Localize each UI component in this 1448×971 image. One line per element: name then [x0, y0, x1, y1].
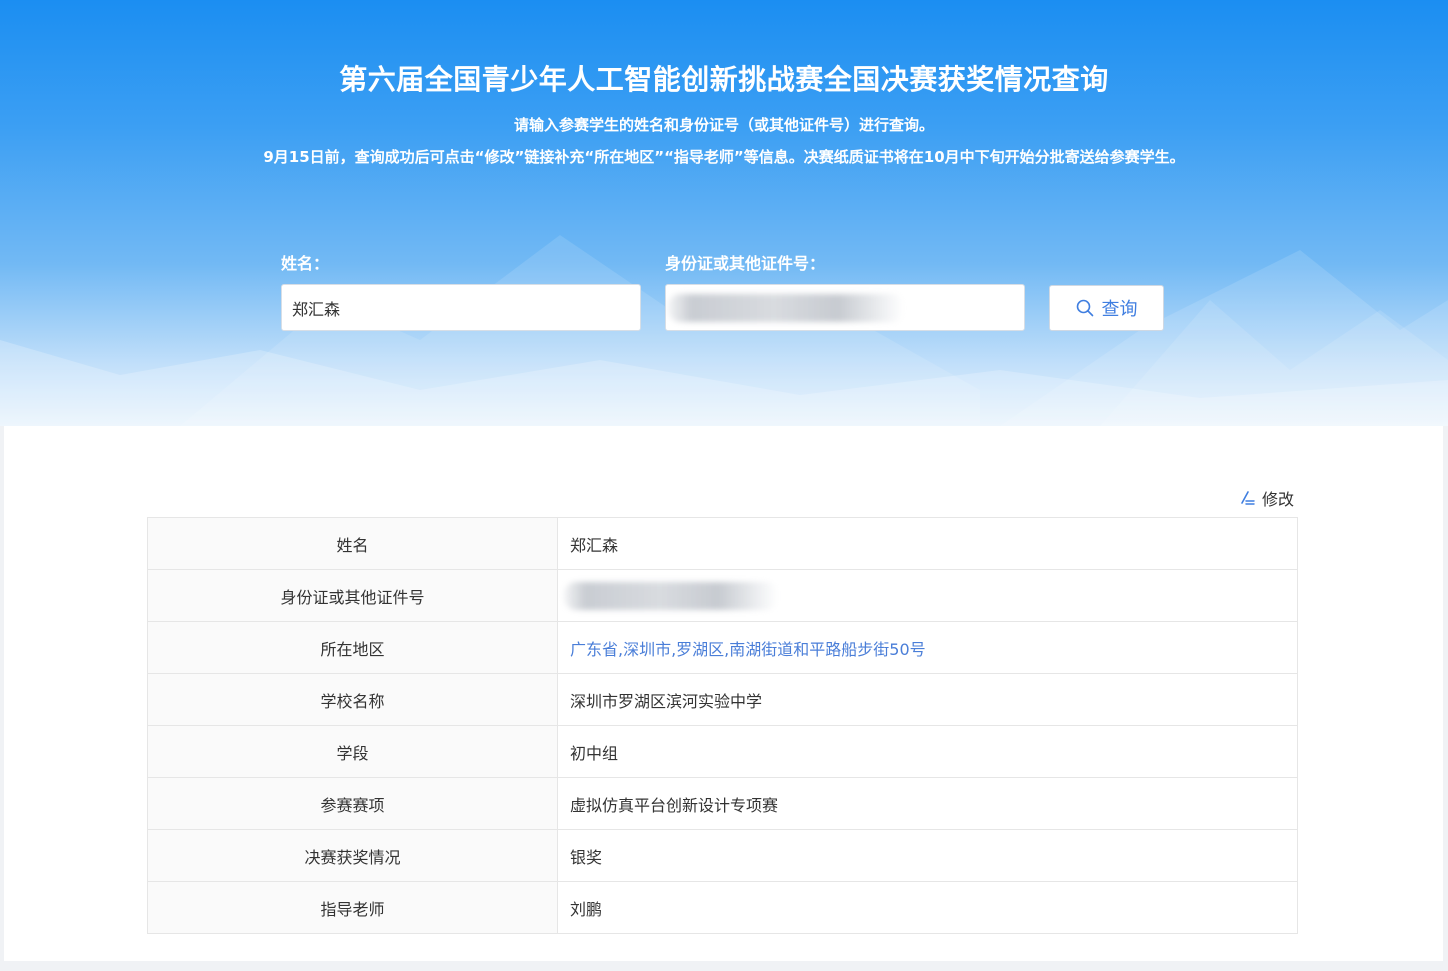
page-notice: 9月15日前，查询成功后可点击“修改”链接补充“所在地区”“指导老师”等信息。决…: [263, 148, 1185, 166]
table-row: 学段 初中组: [147, 725, 1298, 778]
id-value-redaction: [564, 582, 778, 610]
table-row: 身份证或其他证件号: [147, 569, 1298, 622]
table-row: 姓名 郑汇森: [147, 517, 1298, 570]
page-title: 第六届全国青少年人工智能创新挑战赛全国决赛获奖情况查询: [339, 63, 1109, 96]
page-subtitle: 请输入参赛学生的姓名和身份证号（或其他证件号）进行查询。: [513, 116, 934, 134]
table-row: 指导老师 刘鹏: [147, 881, 1298, 934]
id-number-label: 身份证或其他证件号：: [665, 254, 826, 273]
edit-icon: [1241, 491, 1255, 505]
header-banner: 第六届全国青少年人工智能创新挑战赛全国决赛获奖情况查询 请输入参赛学生的姓名和身…: [0, 0, 1448, 426]
id-number-redaction: [668, 294, 904, 322]
name-input[interactable]: [281, 284, 641, 331]
row-label: 参赛赛项: [147, 777, 558, 830]
search-icon: [1076, 299, 1093, 317]
search-button[interactable]: 查询: [1049, 285, 1164, 331]
row-label: 学校名称: [147, 673, 558, 726]
row-label: 身份证或其他证件号: [147, 569, 558, 622]
row-value: 初中组: [557, 725, 1298, 778]
row-value: 银奖: [557, 829, 1298, 882]
row-value: 郑汇森: [557, 517, 1298, 570]
table-row: 所在地区 广东省,深圳市,罗湖区,南湖街道和平路船步街50号: [147, 621, 1298, 674]
row-label: 学段: [147, 725, 558, 778]
row-label: 决赛获奖情况: [147, 829, 558, 882]
table-row: 决赛获奖情况 银奖: [147, 829, 1298, 882]
row-value: 虚拟仿真平台创新设计专项赛: [557, 777, 1298, 830]
result-table: 姓名 郑汇森 身份证或其他证件号 所在地区 广东省,深圳市,罗湖区,南湖街道和平…: [147, 517, 1298, 934]
name-label: 姓名：: [281, 254, 330, 273]
region-value-link[interactable]: 广东省,深圳市,罗湖区,南湖街道和平路船步街50号: [557, 621, 1298, 674]
table-row: 参赛赛项 虚拟仿真平台创新设计专项赛: [147, 777, 1298, 830]
row-value: 深圳市罗湖区滨河实验中学: [557, 673, 1298, 726]
row-label: 姓名: [147, 517, 558, 570]
row-label: 指导老师: [147, 881, 558, 934]
row-value-id: [557, 569, 1298, 622]
row-label: 所在地区: [147, 621, 558, 674]
search-button-label: 查询: [1101, 299, 1138, 320]
edit-link-label: 修改: [1262, 490, 1295, 509]
table-row: 学校名称 深圳市罗湖区滨河实验中学: [147, 673, 1298, 726]
row-value: 刘鹏: [557, 881, 1298, 934]
edit-link[interactable]: 修改: [1238, 487, 1294, 509]
